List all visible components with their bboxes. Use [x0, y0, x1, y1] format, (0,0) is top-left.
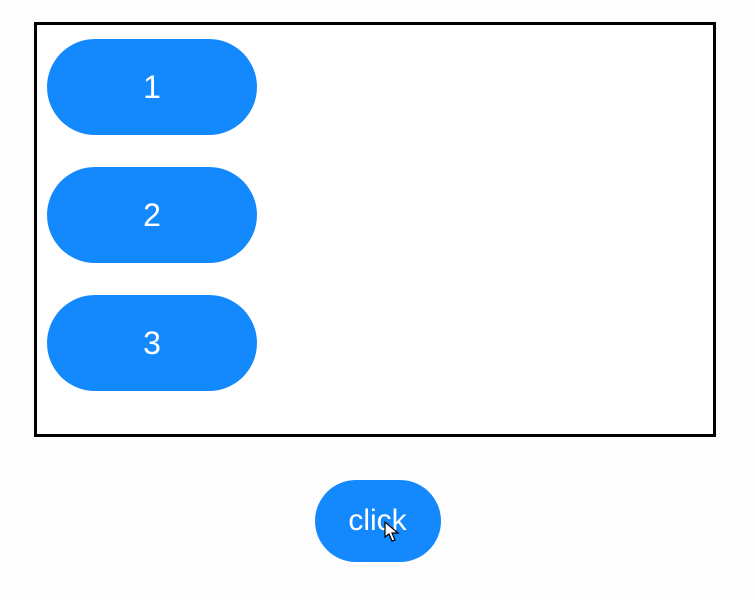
item-2-button[interactable]: 2	[47, 167, 257, 263]
item-list: 1 2 3	[47, 39, 703, 391]
item-container: 1 2 3	[34, 22, 716, 437]
item-label: 2	[143, 197, 161, 234]
click-button-wrap: click	[0, 480, 755, 562]
item-3-button[interactable]: 3	[47, 295, 257, 391]
item-label: 3	[143, 325, 161, 362]
click-button-label: click	[348, 504, 406, 538]
item-label: 1	[143, 69, 161, 106]
click-button[interactable]: click	[315, 480, 441, 562]
item-1-button[interactable]: 1	[47, 39, 257, 135]
